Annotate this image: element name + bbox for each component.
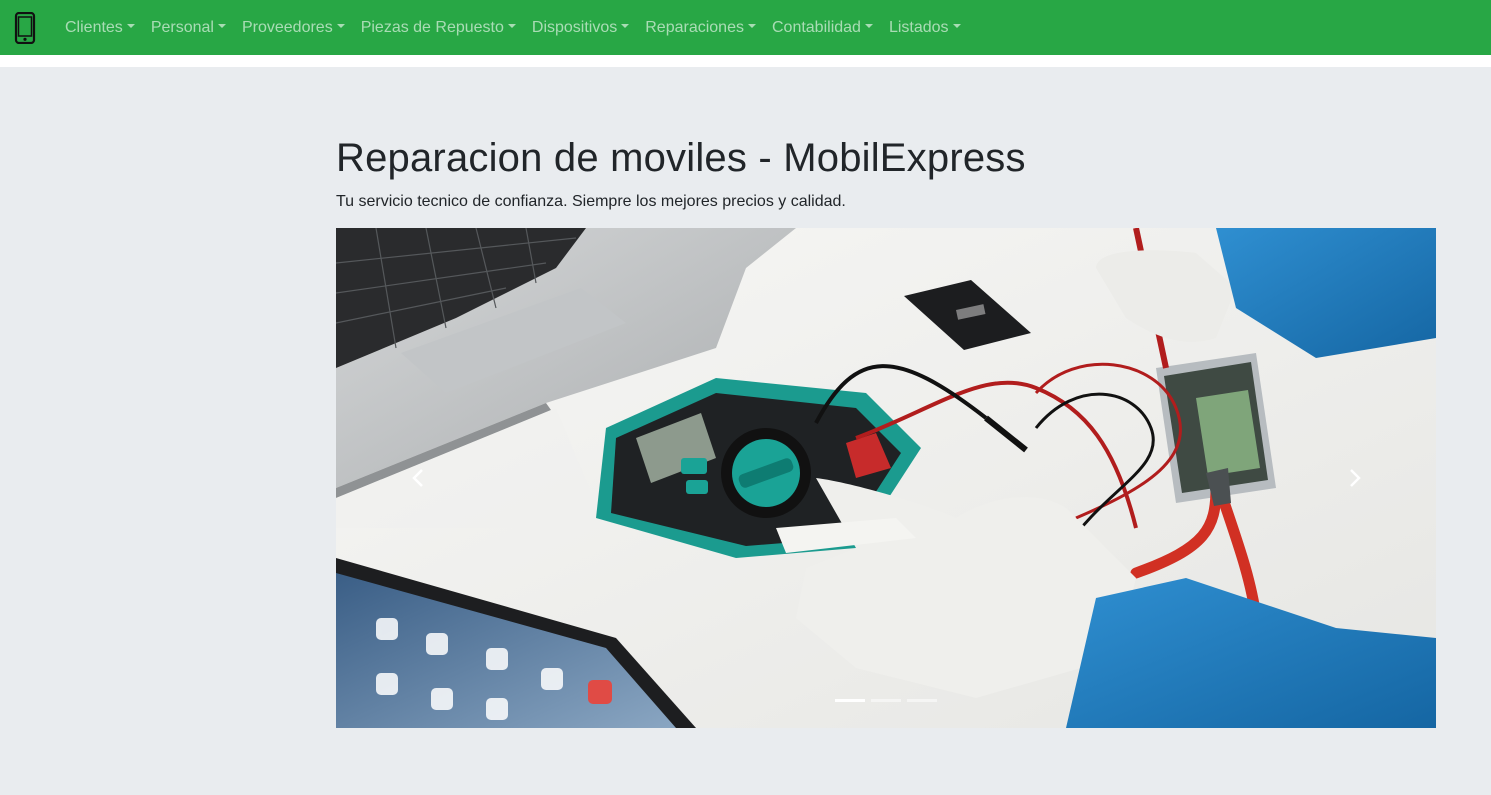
caret-down-icon (864, 23, 873, 28)
carousel-indicators (336, 699, 1436, 702)
jumbotron: Reparacion de moviles - MobilExpress Tu … (336, 130, 1436, 212)
nav-menu-label: Clientes (65, 18, 123, 36)
mobile-phone-icon (14, 11, 36, 44)
nav-menu-dispositivos[interactable]: Dispositivos (524, 0, 637, 55)
carousel-indicator[interactable] (907, 699, 937, 702)
nav-menu-label: Dispositivos (531, 18, 618, 36)
nav-menu-contabilidad[interactable]: Contabilidad (764, 0, 881, 55)
caret-down-icon (507, 23, 516, 28)
nav-menu-listados[interactable]: Listados (881, 0, 969, 55)
caret-down-icon (336, 23, 345, 28)
nav-menu-proveedores[interactable]: Proveedores (234, 0, 353, 55)
page-subtitle: Tu servicio tecnico de confianza. Siempr… (336, 193, 846, 210)
navbar-divider (0, 55, 1491, 67)
carousel-next-button[interactable] (1271, 228, 1436, 728)
nav-menu-reparaciones[interactable]: Reparaciones (637, 0, 764, 55)
caret-down-icon (747, 23, 756, 28)
carousel-indicator[interactable] (835, 699, 865, 702)
nav-menu-piezas-de-repuesto[interactable]: Piezas de Repuesto (353, 0, 524, 55)
top-navbar: Clientes Personal Proveedores Piezas de … (0, 0, 1491, 55)
nav-menu-label: Contabilidad (771, 18, 861, 36)
image-carousel (336, 228, 1436, 728)
nav-menu-label: Proveedores (241, 18, 333, 36)
caret-down-icon (952, 23, 961, 28)
nav-menu-label: Personal (150, 18, 214, 36)
brand-logo[interactable] (14, 11, 36, 44)
nav-menu-label: Reparaciones (645, 18, 744, 36)
carousel-prev-button[interactable] (336, 228, 501, 728)
nav-menu-personal[interactable]: Personal (143, 0, 234, 55)
chevron-right-icon (1349, 469, 1361, 487)
nav-menu-label: Piezas de Repuesto (360, 18, 504, 36)
page-title: Reparacion de moviles - MobilExpress (336, 136, 1026, 180)
chevron-left-icon (411, 469, 423, 487)
caret-down-icon (621, 23, 630, 28)
nav-menu-clientes[interactable]: Clientes (57, 0, 143, 55)
caret-down-icon (217, 23, 226, 28)
caret-down-icon (126, 23, 135, 28)
carousel-indicator[interactable] (871, 699, 901, 702)
nav-menu-label: Listados (888, 18, 949, 36)
